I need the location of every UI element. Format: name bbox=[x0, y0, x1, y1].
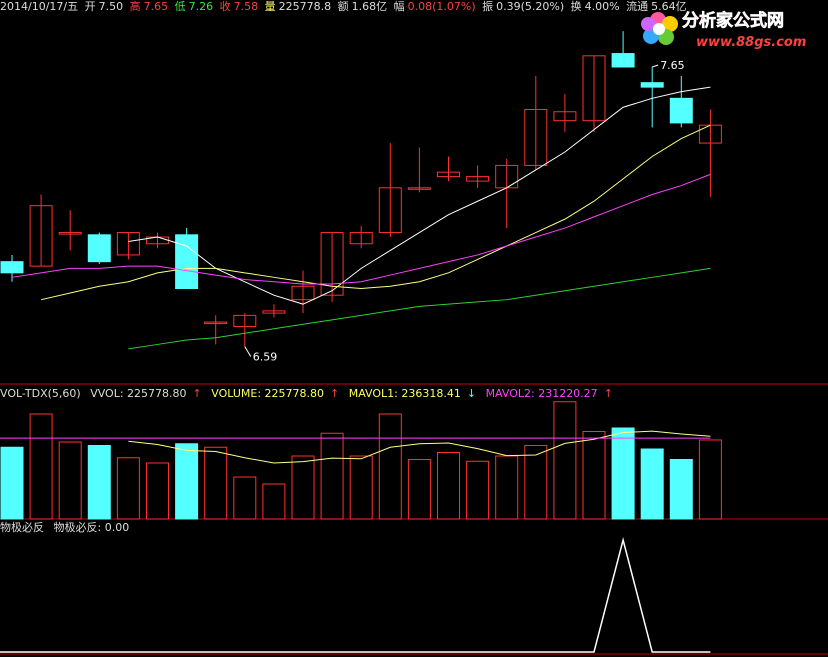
volume-arrow: ↑ bbox=[330, 387, 340, 400]
volume-bar bbox=[582, 431, 606, 520]
ma-line-ma5 bbox=[128, 86, 711, 305]
vvol-arrow: ↑ bbox=[192, 387, 202, 400]
quote-date: 2014/10/17/五 bbox=[0, 0, 79, 13]
annotation-label: 7.65 bbox=[660, 59, 685, 72]
high-label: 高 bbox=[129, 0, 141, 13]
amount-value: 1.68亿 bbox=[351, 0, 388, 13]
candle-body bbox=[0, 261, 24, 274]
candle-body bbox=[175, 234, 199, 290]
ma-line-ma10 bbox=[40, 124, 711, 301]
volume-bar bbox=[349, 455, 373, 520]
vol-value: 225778.8 bbox=[278, 0, 332, 13]
volume-bar bbox=[29, 413, 53, 520]
amount-label: 额 bbox=[337, 0, 349, 13]
flower-icon bbox=[641, 12, 678, 45]
indicator-value: 物极必反: 0.00 bbox=[53, 521, 130, 534]
low-value: 7.26 bbox=[188, 0, 214, 13]
annotation-label: 6.59 bbox=[253, 351, 277, 364]
volume-bar bbox=[87, 445, 111, 520]
candle-body bbox=[87, 234, 111, 263]
mavol1-value: MAVOL1: 236318.41 bbox=[348, 387, 461, 400]
volume-value: VOLUME: 225778.80 bbox=[211, 387, 324, 400]
volume-bar bbox=[640, 448, 664, 520]
chart-canvas: 6.59 7.65 bbox=[0, 31, 828, 655]
vol-label: 量 bbox=[264, 0, 276, 13]
site-logo: 分析家公式网 www.88gs.com bbox=[641, 10, 806, 50]
mavol2-value: MAVOL2: 231220.27 bbox=[485, 387, 598, 400]
logo-title: 分析家公式网 bbox=[682, 10, 784, 31]
change-value: 0.08(1.07%) bbox=[407, 0, 476, 13]
volume-bar bbox=[146, 462, 169, 520]
candle-body bbox=[611, 53, 635, 68]
close-label: 收 bbox=[219, 0, 231, 13]
high-value: 7.65 bbox=[143, 0, 169, 13]
volume-bar bbox=[233, 476, 257, 520]
open-value: 7.50 bbox=[98, 0, 124, 13]
volume-bar bbox=[175, 443, 199, 520]
indicator-line bbox=[0, 537, 711, 653]
volume-bar bbox=[466, 460, 490, 520]
volume-bar bbox=[524, 445, 548, 520]
change-label: 幅 bbox=[393, 0, 405, 13]
mavol1-arrow: ↓ bbox=[466, 387, 477, 400]
indicator-panel-header: 物极必反 物极必反: 0.00 bbox=[0, 521, 135, 535]
turnover-label: 换 bbox=[570, 0, 582, 13]
vvol-value: VVOL: 225778.80 bbox=[90, 387, 187, 400]
indicator-name: 物极必反 bbox=[0, 521, 44, 534]
amplitude-value: 0.39(5.20%) bbox=[496, 0, 565, 13]
vol-indicator-name: VOL-TDX(5,60) bbox=[0, 387, 81, 400]
annotation-leader bbox=[652, 64, 659, 68]
candle-body bbox=[640, 82, 664, 88]
annotation-leader bbox=[244, 346, 252, 357]
close-value: 7.58 bbox=[233, 0, 259, 13]
low-label: 低 bbox=[174, 0, 186, 13]
volume-bar bbox=[437, 452, 460, 520]
logo-url: www.88gs.com bbox=[696, 35, 806, 50]
volume-bar bbox=[0, 446, 24, 520]
candle-body bbox=[669, 97, 693, 124]
volume-bar bbox=[495, 455, 519, 520]
volume-bar bbox=[291, 455, 315, 520]
volume-bar bbox=[378, 413, 402, 520]
turnover-value: 4.00% bbox=[584, 0, 620, 13]
open-label: 开 bbox=[84, 0, 96, 13]
volume-bar bbox=[553, 401, 577, 520]
volume-bar bbox=[204, 446, 228, 520]
amplitude-label: 振 bbox=[482, 0, 494, 13]
volume-bar bbox=[320, 432, 344, 520]
volume-bar bbox=[116, 457, 140, 520]
volume-bar bbox=[58, 441, 82, 520]
volume-bar bbox=[262, 483, 286, 520]
volume-bar bbox=[669, 459, 693, 520]
mavol2-arrow: ↑ bbox=[603, 387, 613, 400]
volume-panel-header: VOL-TDX(5,60) VVOL: 225778.80 ↑ VOLUME: 2… bbox=[0, 387, 619, 401]
volume-bar bbox=[698, 439, 722, 520]
quote-header: 2014/10/17/五 开 7.50 高 7.65 低 7.26 收 7.58 量 22… bbox=[0, 0, 690, 14]
volume-bar bbox=[611, 427, 635, 520]
volume-bar bbox=[407, 459, 431, 520]
